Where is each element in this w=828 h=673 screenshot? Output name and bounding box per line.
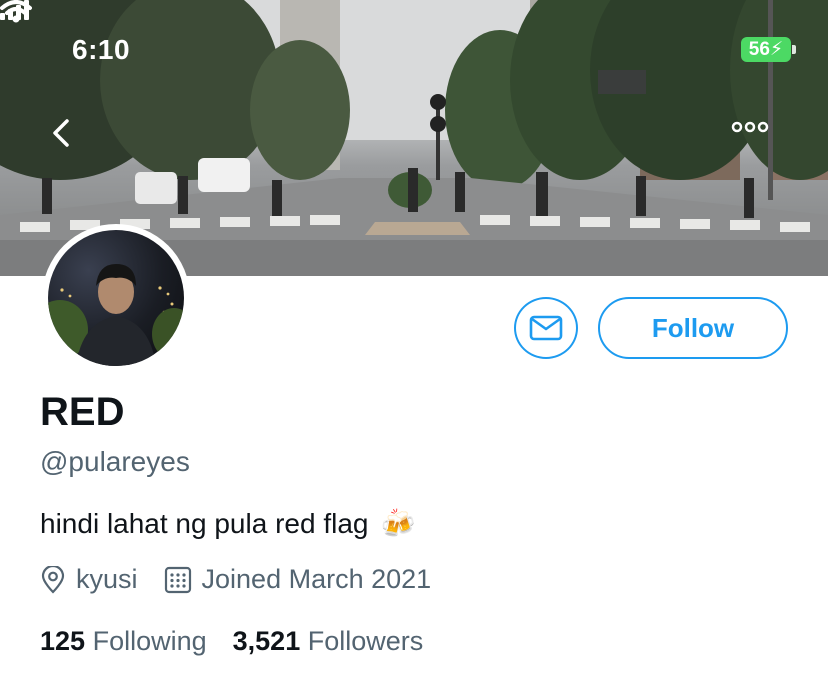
location-text: kyusi: [76, 564, 138, 594]
avatar-photo: [48, 230, 184, 366]
more-options-button[interactable]: [730, 120, 780, 160]
charging-icon: ⚡: [769, 39, 784, 60]
profile-avatar[interactable]: [42, 224, 190, 372]
battery-level: 56: [748, 39, 770, 60]
followers-count: 3,521: [232, 626, 301, 656]
more-horizontal-icon: [731, 121, 769, 133]
following-label: Following: [92, 626, 207, 656]
following-link[interactable]: 125 Following: [40, 626, 207, 657]
back-button[interactable]: [50, 118, 94, 162]
bio-text: hindi lahat ng pula red flag: [40, 507, 369, 539]
display-name: RED: [40, 390, 125, 434]
profile-bio: hindi lahat ng pula red flag 🍻: [40, 507, 415, 540]
calendar-icon: [164, 566, 191, 593]
mail-icon: [529, 315, 563, 341]
followers-link[interactable]: 3,521 Followers: [233, 626, 424, 657]
location-pin-icon: [41, 565, 65, 594]
user-handle: @pulareyes: [40, 446, 190, 477]
follow-button[interactable]: Follow: [598, 297, 788, 359]
profile-meta: kyusi Joined March 2021: [40, 564, 457, 595]
status-time: 6:10: [72, 34, 131, 65]
beer-mugs-emoji: 🍻: [380, 508, 416, 539]
message-button[interactable]: [514, 297, 578, 359]
battery-indicator: 56⚡: [741, 37, 791, 62]
battery-tip: [792, 45, 796, 54]
following-count: 125: [40, 626, 86, 656]
location-item: kyusi: [40, 564, 138, 595]
chevron-left-icon: [53, 119, 69, 147]
follow-stats: 125 Following 3,521 Followers: [40, 626, 449, 657]
joined-item: Joined March 2021: [164, 564, 432, 595]
followers-label: Followers: [307, 626, 424, 656]
wifi-icon: [0, 0, 32, 23]
joined-date: Joined March 2021: [201, 564, 432, 594]
